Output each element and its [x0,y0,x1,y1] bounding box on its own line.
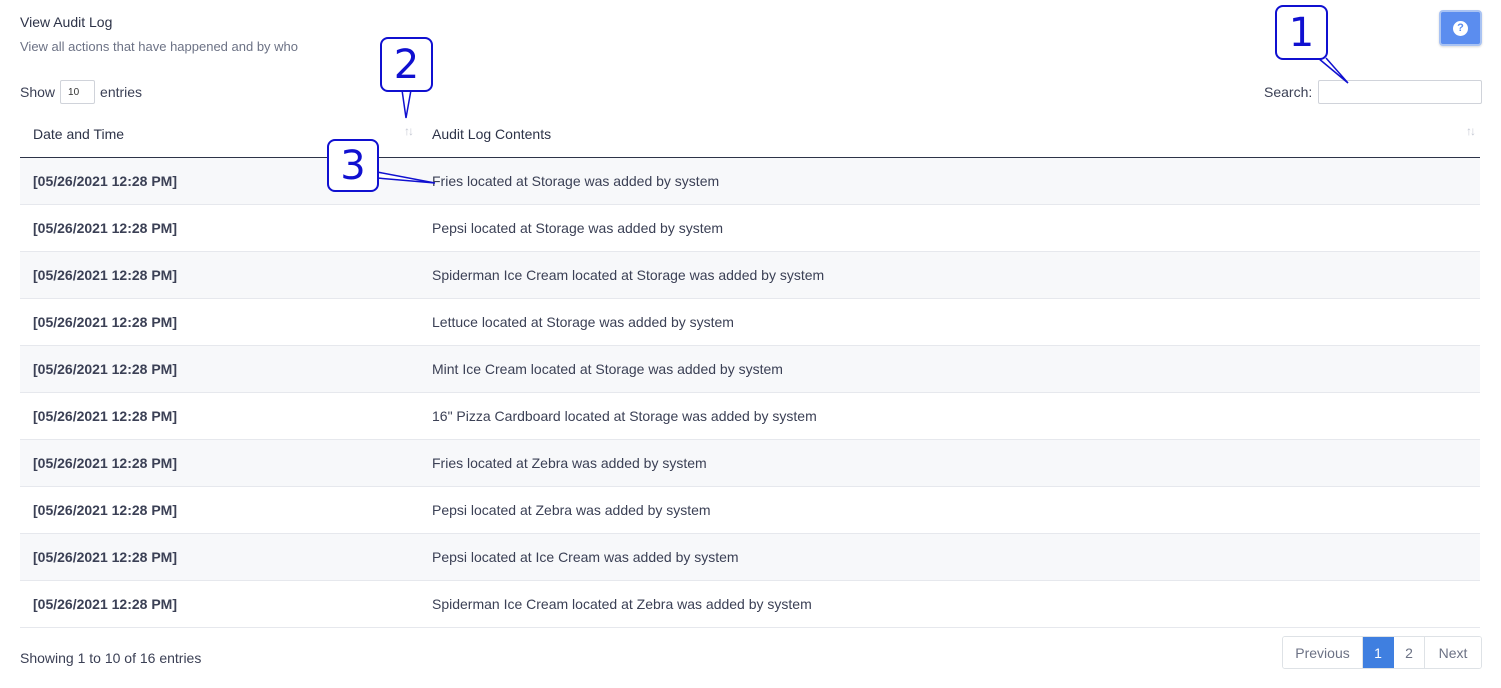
column-header-label: Date and Time [33,126,125,142]
cell-audit-contents: Fries located at Zebra was added by syst… [432,455,707,471]
entries-label: entries [100,84,143,100]
cell-audit-contents: Fries located at Storage was added by sy… [432,173,720,189]
cell-date-time: [05/26/2021 12:28 PM] [33,361,177,377]
table-row: [05/26/2021 12:28 PM] Mint Ice Cream loca… [20,346,1480,393]
audit-log-table: Date and Time ↑↓ Audit Log Contents ↑↓ [… [20,111,1480,628]
cell-date-time: [05/26/2021 12:28 PM] [33,502,177,518]
question-circle-icon: ? [1453,20,1468,36]
callout-3: 3 [327,139,379,192]
show-label: Show [20,84,56,100]
table-header: Date and Time ↑↓ Audit Log Contents ↑↓ [20,111,1480,158]
cell-date-time: [05/26/2021 12:28 PM] [33,549,177,565]
table-info: Showing 1 to 10 of 16 entries [20,650,202,666]
sort-icon[interactable]: ↑↓ [1466,124,1476,138]
cell-audit-contents: 16" Pizza Cardboard located at Storage w… [432,408,817,424]
cell-date-time: [05/26/2021 12:28 PM] [33,220,177,236]
search-control: Search: [1264,80,1483,104]
sort-icon[interactable]: ↑↓ [404,124,414,138]
cell-date-time: [05/26/2021 12:28 PM] [33,596,177,612]
next-page-button[interactable]: Next [1425,637,1481,668]
callout-1: 1 [1275,5,1328,60]
table-row: [05/26/2021 12:28 PM] Spiderman Ice Cream… [20,581,1480,628]
table-row: [05/26/2021 12:28 PM] Fries located at Ze… [20,440,1480,487]
cell-audit-contents: Pepsi located at Ice Cream was added by … [432,549,739,565]
table-row: [05/26/2021 12:28 PM] Pepsi located at Ic… [20,534,1480,581]
entries-length-control: Show 10 entries [20,80,142,104]
cell-audit-contents: Mint Ice Cream located at Storage was ad… [432,361,783,377]
cell-audit-contents: Lettuce located at Storage was added by … [432,314,734,330]
column-header-contents[interactable]: Audit Log Contents ↑↓ [420,111,1480,157]
page-1-button[interactable]: 1 [1363,637,1394,668]
cell-date-time: [05/26/2021 12:28 PM] [33,455,177,471]
search-label: Search: [1264,84,1313,100]
cell-audit-contents: Spiderman Ice Cream located at Zebra was… [432,596,812,612]
previous-page-button[interactable]: Previous [1283,637,1363,668]
page-title: View Audit Log [20,14,113,30]
table-row: [05/26/2021 12:28 PM] Fries located at St… [20,158,1480,205]
page-subtitle: View all actions that have happened and … [20,39,299,54]
column-header-label: Audit Log Contents [432,126,552,142]
table-row: [05/26/2021 12:28 PM] 16" Pizza Cardboard… [20,393,1480,440]
table-body: [05/26/2021 12:28 PM] Fries located at St… [20,158,1480,628]
entries-length-select[interactable]: 10 [60,80,96,104]
page-2-button[interactable]: 2 [1394,637,1425,668]
cell-audit-contents: Pepsi located at Zebra was added by syst… [432,502,711,518]
cell-date-time: [05/26/2021 12:28 PM] [33,408,177,424]
table-row: [05/26/2021 12:28 PM] Spiderman Ice Cream… [20,252,1480,299]
help-button[interactable]: ? [1439,10,1482,46]
cell-date-time: [05/26/2021 12:28 PM] [33,267,177,283]
cell-audit-contents: Pepsi located at Storage was added by sy… [432,220,724,236]
table-row: [05/26/2021 12:28 PM] Pepsi located at St… [20,205,1480,252]
cell-audit-contents: Spiderman Ice Cream located at Storage w… [432,267,825,283]
search-input[interactable] [1318,80,1483,104]
cell-date-time: [05/26/2021 12:28 PM] [33,314,177,330]
pagination: Previous 1 2 Next [1282,636,1482,669]
callout-2: 2 [380,37,433,92]
table-row: [05/26/2021 12:28 PM] Lettuce located at … [20,299,1480,346]
table-row: [05/26/2021 12:28 PM] Pepsi located at Ze… [20,487,1480,534]
